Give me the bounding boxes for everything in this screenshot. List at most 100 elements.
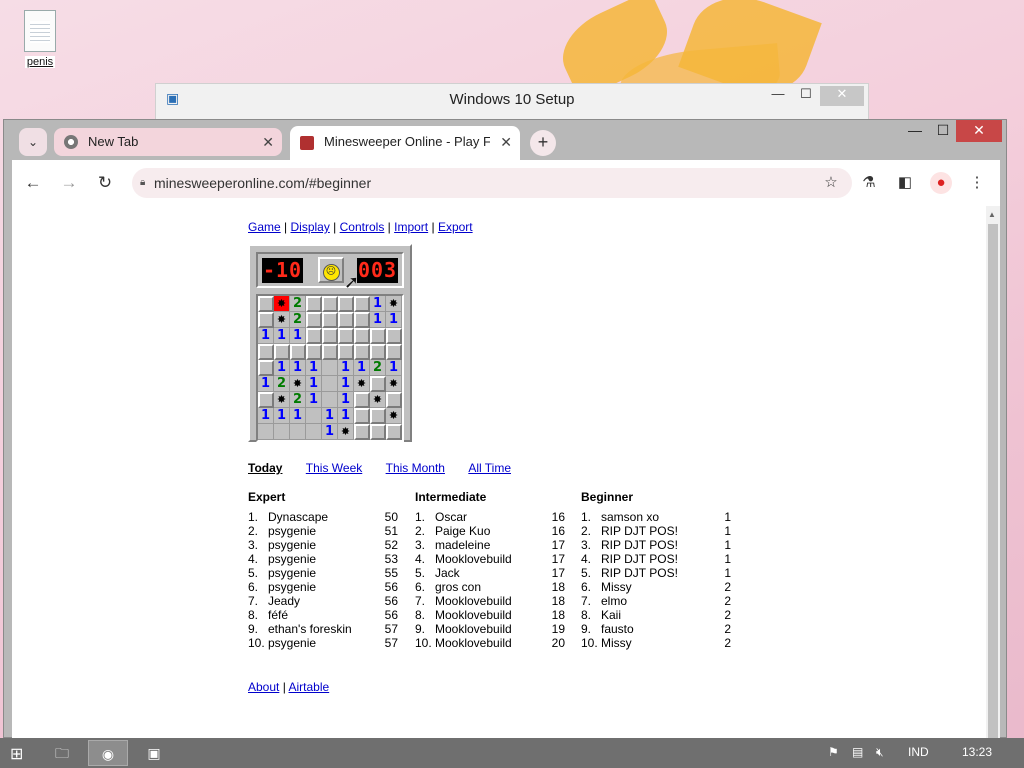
closed-cell[interactable] — [322, 296, 338, 312]
empty-cell[interactable] — [290, 424, 306, 440]
number-cell[interactable]: 1 — [322, 424, 338, 440]
closed-cell[interactable] — [306, 296, 322, 312]
tab-close-icon[interactable]: ✕ — [262, 128, 274, 156]
number-cell[interactable]: 1 — [322, 408, 338, 424]
closed-cell[interactable] — [370, 344, 386, 360]
number-cell[interactable]: 1 — [370, 312, 386, 328]
mine-icon[interactable]: ✸ — [386, 376, 402, 392]
exploded-mine-icon[interactable]: ✸ — [274, 296, 290, 312]
setup-close-button[interactable]: ✕ — [820, 86, 864, 106]
flag-icon[interactable]: ⚑ — [828, 745, 839, 759]
profile-avatar-icon[interactable]: ● — [930, 172, 952, 194]
closed-cell[interactable] — [258, 296, 274, 312]
closed-cell[interactable] — [258, 360, 274, 376]
closed-cell[interactable] — [338, 344, 354, 360]
new-tab-button[interactable]: + — [530, 130, 556, 156]
mine-icon[interactable]: ✸ — [386, 408, 402, 424]
number-cell[interactable]: 1 — [306, 392, 322, 408]
mine-icon[interactable]: ✸ — [354, 376, 370, 392]
number-cell[interactable]: 2 — [290, 312, 306, 328]
empty-cell[interactable] — [258, 424, 274, 440]
number-cell[interactable]: 2 — [370, 360, 386, 376]
address-bar[interactable]: 🔒︎ minesweeperonline.com/#beginner — [132, 168, 852, 198]
mine-icon[interactable]: ✸ — [370, 392, 386, 408]
closed-cell[interactable] — [370, 424, 386, 440]
number-cell[interactable]: 1 — [290, 408, 306, 424]
period-this-month[interactable]: This Month — [386, 461, 445, 475]
empty-cell[interactable] — [322, 360, 338, 376]
number-cell[interactable]: 1 — [274, 360, 290, 376]
mine-board[interactable]: ✸ 2 1 ✸ ✸ 2 1 1 1 1 1 1 1 1 1 1 2 1 1 2 ✸ 1 1 ✸ ✸ ✸ 2 1 1 ✸ 1 1 1 1 1 ✸ 1 ✸ — [256, 294, 404, 442]
reset-face-button[interactable]: ☹ — [318, 257, 344, 283]
closed-cell[interactable] — [354, 344, 370, 360]
closed-cell[interactable] — [370, 376, 386, 392]
period-this-week[interactable]: This Week — [306, 461, 362, 475]
number-cell[interactable]: 1 — [370, 296, 386, 312]
closed-cell[interactable] — [338, 296, 354, 312]
page-scrollbar[interactable]: ▲ — [986, 206, 1000, 739]
menu-display-link[interactable]: Display — [290, 220, 329, 234]
number-cell[interactable]: 1 — [274, 408, 290, 424]
labs-icon[interactable]: ⚗ — [858, 172, 880, 194]
closed-cell[interactable] — [322, 344, 338, 360]
reload-button[interactable]: ↻ — [94, 172, 116, 194]
setup-window[interactable]: ▣ Windows 10 Setup — ☐ ✕ — [155, 83, 869, 123]
number-cell[interactable]: 1 — [290, 328, 306, 344]
number-cell[interactable]: 1 — [338, 392, 354, 408]
number-cell[interactable]: 2 — [290, 296, 306, 312]
empty-cell[interactable] — [274, 424, 290, 440]
number-cell[interactable]: 1 — [386, 360, 402, 376]
number-cell[interactable]: 1 — [386, 312, 402, 328]
tab-minesweeper[interactable]: Minesweeper Online - Play Free ✕ — [290, 126, 520, 160]
mine-icon[interactable]: ✸ — [338, 424, 354, 440]
clock[interactable]: 13:23 — [962, 745, 992, 759]
closed-cell[interactable] — [290, 344, 306, 360]
language-indicator[interactable]: IND — [908, 745, 929, 759]
volume-muted-icon[interactable]: 🔇︎ — [876, 745, 884, 760]
number-cell[interactable]: 2 — [290, 392, 306, 408]
closed-cell[interactable] — [386, 424, 402, 440]
closed-cell[interactable] — [370, 408, 386, 424]
browser-menu-icon[interactable]: ⋮ — [966, 172, 988, 194]
setup-task-icon[interactable]: ▣ — [134, 740, 174, 766]
bookmark-star-icon[interactable]: ☆ — [820, 172, 842, 194]
tab-search-button[interactable]: ⌄ — [19, 128, 47, 156]
closed-cell[interactable] — [354, 408, 370, 424]
closed-cell[interactable] — [306, 328, 322, 344]
empty-cell[interactable] — [322, 376, 338, 392]
setup-maximize-button[interactable]: ☐ — [790, 86, 822, 106]
closed-cell[interactable] — [354, 424, 370, 440]
closed-cell[interactable] — [354, 328, 370, 344]
mine-icon[interactable]: ✸ — [290, 376, 306, 392]
number-cell[interactable]: 1 — [338, 376, 354, 392]
number-cell[interactable]: 2 — [274, 376, 290, 392]
number-cell[interactable]: 1 — [258, 408, 274, 424]
closed-cell[interactable] — [306, 344, 322, 360]
menu-import-link[interactable]: Import — [394, 220, 428, 234]
file-explorer-task-icon[interactable]: 🗀 — [42, 740, 82, 766]
about-link[interactable]: About — [248, 680, 279, 694]
mine-icon[interactable]: ✸ — [274, 312, 290, 328]
number-cell[interactable]: 1 — [338, 408, 354, 424]
desktop-file-icon[interactable]: penis — [18, 10, 62, 68]
chrome-task-icon[interactable]: ◉ — [88, 740, 128, 766]
number-cell[interactable]: 1 — [258, 328, 274, 344]
menu-export-link[interactable]: Export — [438, 220, 473, 234]
closed-cell[interactable] — [370, 328, 386, 344]
closed-cell[interactable] — [338, 312, 354, 328]
mine-icon[interactable]: ✸ — [274, 392, 290, 408]
menu-game-link[interactable]: Game — [248, 220, 281, 234]
empty-cell[interactable] — [306, 408, 322, 424]
number-cell[interactable]: 1 — [306, 376, 322, 392]
closed-cell[interactable] — [386, 328, 402, 344]
period-today[interactable]: Today — [248, 461, 282, 475]
closed-cell[interactable] — [258, 392, 274, 408]
period-all-time[interactable]: All Time — [468, 461, 511, 475]
number-cell[interactable]: 1 — [354, 360, 370, 376]
number-cell[interactable]: 1 — [306, 360, 322, 376]
closed-cell[interactable] — [322, 328, 338, 344]
empty-cell[interactable] — [306, 424, 322, 440]
closed-cell[interactable] — [258, 344, 274, 360]
start-icon[interactable]: ⊞ — [10, 744, 23, 764]
back-button[interactable]: ← — [22, 172, 44, 194]
